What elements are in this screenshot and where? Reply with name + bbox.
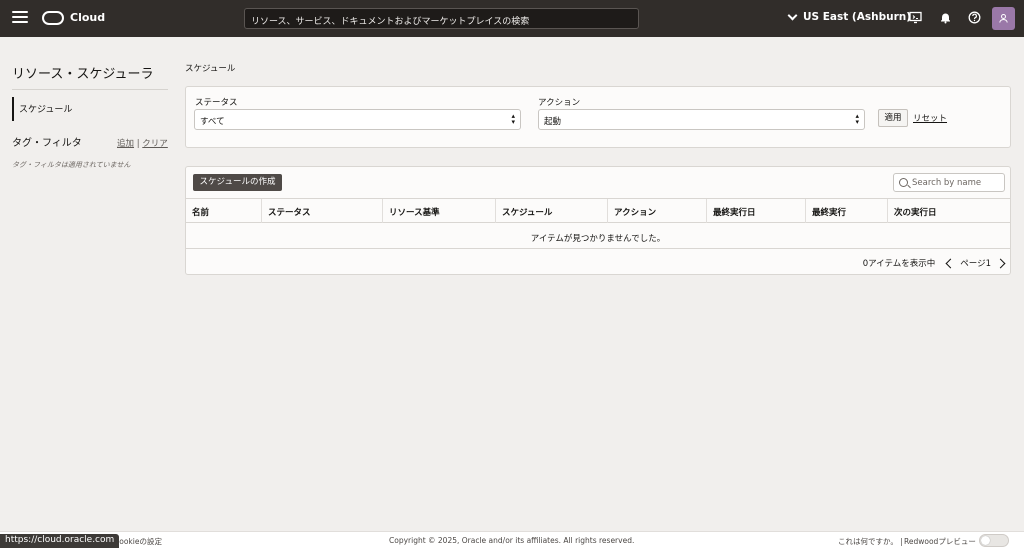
chevron-down-icon: [787, 10, 798, 20]
column-header[interactable]: ステータス: [261, 199, 383, 223]
sidebar-item-schedules[interactable]: スケジュール: [12, 97, 168, 121]
item-count: 0アイテムを表示中: [862, 259, 936, 269]
table-header-row: 名前 ステータス リソース基準 スケジュール アクション 最終実行日 最終実行 …: [186, 198, 1010, 223]
notifications-bell-icon[interactable]: [938, 11, 952, 25]
apply-button[interactable]: 適用: [878, 109, 908, 127]
schedules-table-panel: スケジュールの作成 Search by name 名前 ステータス リソース基準…: [185, 166, 1011, 275]
cloud-shell-icon[interactable]: [908, 11, 922, 25]
user-icon: [999, 14, 1008, 23]
hamburger-menu-icon[interactable]: [12, 11, 28, 25]
create-schedule-button[interactable]: スケジュールの作成: [193, 174, 282, 191]
table-empty-message: アイテムが見つかりませんでした。: [186, 224, 1010, 249]
url-status-tooltip: https://cloud.oracle.com: [0, 534, 120, 548]
region-selector[interactable]: US East (Ashburn): [787, 10, 912, 23]
column-header[interactable]: スケジュール: [495, 199, 608, 223]
reset-link[interactable]: リセット: [913, 112, 947, 124]
copyright-text: Copyright © 2025, Oracle and/or its affi…: [389, 536, 635, 545]
filter-panel: ステータス すべて ▴ ▾ アクション 起動 ▴ ▾ 適用 リセット: [185, 86, 1011, 148]
redwood-preview-toggle[interactable]: [979, 534, 1009, 547]
region-label: US East (Ashburn): [803, 11, 912, 23]
tag-filter-separator: |: [136, 139, 140, 149]
column-header[interactable]: 最終実行日: [706, 199, 806, 223]
search-icon: [899, 178, 908, 187]
whats-this-link[interactable]: これは何ですか。 |: [838, 536, 903, 547]
tag-filter-title: タグ・フィルタ: [12, 138, 82, 149]
sidebar-divider: [12, 89, 168, 90]
tag-filter-actions: 追加 | クリア: [117, 137, 168, 149]
previous-page-icon[interactable]: [945, 258, 956, 268]
select-arrows-icon: ▴ ▾: [855, 112, 859, 126]
help-icon[interactable]: [967, 11, 981, 25]
next-page-icon[interactable]: [995, 258, 1006, 268]
footer: Cookieの設定 Copyright © 2025, Oracle and/o…: [0, 531, 1024, 548]
table-search-placeholder: Search by name: [912, 178, 982, 188]
breadcrumb[interactable]: スケジュール: [185, 62, 235, 74]
column-header[interactable]: 最終実行: [805, 199, 890, 223]
top-navigation-bar: Cloud リソース、サービス、ドキュメントおよびマーケットプレイスの検索 US…: [0, 0, 1024, 37]
select-arrows-icon: ▴ ▾: [511, 112, 515, 126]
column-header[interactable]: アクション: [607, 199, 707, 223]
clear-tag-filter-link[interactable]: クリア: [142, 139, 168, 149]
tag-filter-empty-note: タグ・フィルタは適用されていません: [12, 161, 131, 169]
column-header[interactable]: 次の実行日: [887, 199, 1009, 223]
page-indicator: ページ1: [960, 259, 991, 269]
table-search-input[interactable]: Search by name: [893, 173, 1005, 192]
action-filter-label: アクション: [538, 98, 581, 108]
redwood-preview-label: Redwoodプレビュー: [904, 537, 976, 546]
global-search-input[interactable]: リソース、サービス、ドキュメントおよびマーケットプレイスの検索: [244, 8, 639, 29]
brand-label[interactable]: Cloud: [70, 11, 105, 24]
sidebar-title: リソース・スケジューラ: [12, 67, 154, 82]
column-header[interactable]: リソース基準: [382, 199, 495, 223]
action-filter-value: 起動: [544, 117, 562, 127]
add-tag-filter-link[interactable]: 追加: [117, 139, 134, 149]
status-filter-label: ステータス: [195, 98, 238, 108]
column-header[interactable]: 名前: [186, 199, 256, 223]
status-filter-value: すべて: [200, 117, 225, 127]
status-filter-select[interactable]: すべて ▴ ▾: [194, 109, 521, 130]
cookie-settings-link[interactable]: Cookieの設定: [114, 536, 162, 547]
table-pagination: 0アイテムを表示中 ページ1: [862, 257, 1006, 269]
action-filter-select[interactable]: 起動 ▴ ▾: [538, 109, 865, 130]
user-profile-avatar[interactable]: [992, 7, 1015, 30]
oracle-logo-icon[interactable]: [42, 11, 64, 25]
